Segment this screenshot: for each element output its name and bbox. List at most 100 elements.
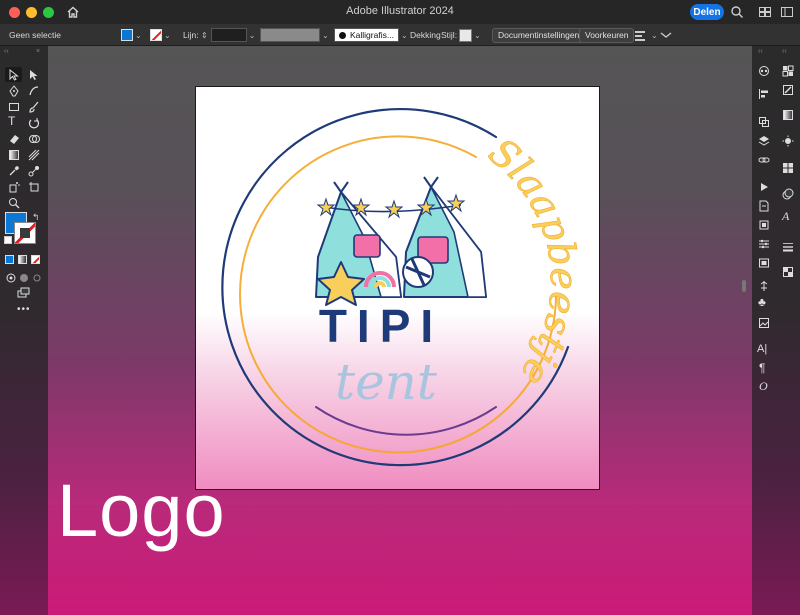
actions-icon[interactable] [758, 181, 770, 193]
share-button[interactable]: Delen [690, 4, 724, 20]
more-tools-icon[interactable]: ••• [17, 304, 31, 315]
rectangle-tool-icon[interactable] [8, 101, 20, 113]
home-icon[interactable] [66, 5, 80, 19]
workspace-switcher-icon[interactable] [780, 5, 794, 19]
glyphs-icon[interactable]: A [782, 210, 794, 222]
draw-behind-icon[interactable] [18, 272, 30, 284]
graphic-style-control[interactable]: ⌄ [459, 27, 481, 43]
close-panel-icon[interactable]: × [36, 48, 40, 55]
swatches-icon[interactable] [782, 65, 794, 77]
character-icon[interactable]: A| [757, 343, 769, 355]
gradient-tool-icon[interactable] [8, 149, 20, 161]
none-mode-icon[interactable] [31, 255, 40, 264]
stroke-swatch[interactable] [150, 29, 162, 41]
logo-artwork[interactable]: TIPI tent Slaapbeestje [196, 87, 601, 491]
type-tool-icon[interactable]: T [8, 115, 20, 127]
direct-selection-tool-icon[interactable] [28, 69, 40, 81]
artboards-icon[interactable] [758, 219, 770, 231]
transparency-icon[interactable] [782, 266, 794, 278]
links-icon[interactable] [758, 154, 770, 166]
mesh-tool-icon[interactable] [28, 149, 40, 161]
minimize-window-button[interactable] [26, 6, 37, 18]
curvature-tool-icon[interactable] [28, 85, 40, 97]
opacity-label[interactable]: Dekking [410, 27, 441, 43]
document-settings-button[interactable]: Documentinstellingen [492, 27, 586, 43]
stroke-weight-input[interactable] [210, 28, 247, 42]
zoom-window-button[interactable] [43, 6, 54, 18]
stroke-panel-icon[interactable] [782, 241, 794, 253]
variable-width-profile[interactable]: ⌄ [260, 27, 329, 43]
paragraph-icon[interactable]: ¶ [759, 362, 771, 374]
collapse-arrows-icon[interactable]: ‹‹ [4, 48, 9, 55]
pen-tool-icon[interactable] [8, 85, 20, 97]
search-icon[interactable] [730, 5, 744, 19]
chevron-down-icon[interactable]: ⌄ [651, 27, 658, 43]
brush-name: Kalligrafis... [350, 30, 394, 40]
zoom-tool-icon[interactable] [8, 197, 20, 209]
screen-mode-icon[interactable] [17, 287, 31, 299]
image-trace-icon[interactable] [758, 317, 770, 329]
puppet-warp-icon[interactable] [758, 280, 770, 292]
pathfinder-icon[interactable] [782, 162, 794, 174]
layers-icon[interactable] [758, 135, 770, 147]
document-info-icon[interactable] [758, 200, 770, 212]
arrange-icon[interactable] [634, 27, 646, 43]
profile-preview[interactable] [260, 28, 320, 42]
shape-builder-tool-icon[interactable] [28, 133, 40, 145]
window-controls [9, 6, 54, 18]
artboard-tool-icon[interactable] [28, 181, 40, 193]
draw-normal-icon[interactable] [5, 272, 17, 284]
gradient-panel-icon[interactable] [782, 109, 794, 121]
chevron-down-icon[interactable]: ⌄ [474, 31, 481, 40]
fill-swatch[interactable] [121, 29, 133, 41]
symbols-icon[interactable]: ♣ [758, 296, 770, 308]
stepper-arrows-icon[interactable]: ⇕ [201, 31, 208, 40]
default-colors-icon[interactable] [4, 236, 12, 244]
selection-tool-icon[interactable] [8, 69, 20, 81]
eraser-tool-icon[interactable] [8, 133, 20, 145]
brushes-icon[interactable] [782, 84, 794, 96]
transform-icon[interactable] [758, 116, 770, 128]
chevron-down-icon[interactable]: ⌄ [164, 31, 171, 40]
color-guide-icon[interactable] [758, 65, 770, 77]
color-mode-icon[interactable] [5, 255, 14, 264]
brush-dot-icon [339, 31, 346, 39]
collapse-arrows-icon[interactable]: ‹‹ [782, 48, 787, 55]
paintbrush-tool-icon[interactable] [28, 101, 40, 113]
libraries-icon[interactable] [758, 257, 770, 269]
chevron-down-icon[interactable]: ⌄ [135, 31, 142, 40]
opentype-icon[interactable]: O [759, 380, 771, 392]
symbol-sprayer-tool-icon[interactable] [8, 181, 20, 193]
rotate-tool-icon[interactable] [28, 117, 40, 129]
right-panel-dock-2: ‹‹ A [776, 46, 800, 615]
close-window-button[interactable] [9, 6, 20, 18]
swap-colors-icon[interactable]: ↰ [32, 212, 40, 223]
properties-icon[interactable] [758, 238, 770, 250]
arrange-documents-icon[interactable] [758, 5, 772, 19]
draw-inside-icon[interactable] [31, 272, 43, 284]
artboard[interactable]: TIPI tent Slaapbeestje [195, 86, 600, 490]
chevron-down-icon[interactable]: ⌄ [249, 31, 256, 40]
style-swatch[interactable] [459, 28, 472, 42]
panel-resize-handle[interactable] [742, 280, 746, 292]
panel-menu-icon[interactable] [660, 27, 672, 43]
graphic-styles-icon[interactable] [782, 188, 794, 200]
blend-tool-icon[interactable] [28, 165, 40, 177]
fill-color-control[interactable]: ⌄ [121, 27, 142, 43]
brush-dropdown[interactable]: Kalligrafis... [334, 28, 399, 42]
logo-script-path: Slaapbeestje [480, 129, 586, 394]
eyedropper-tool-icon[interactable] [8, 165, 20, 177]
brush-definition[interactable]: Kalligrafis... ⌄ [334, 27, 408, 43]
stroke-weight-stepper[interactable]: ⇕ ⌄ [201, 27, 255, 43]
gradient-mode-icon[interactable] [18, 255, 27, 264]
purple-ring-accent [315, 406, 497, 436]
stroke-color-control[interactable]: ⌄ [150, 27, 171, 43]
align-icon[interactable] [758, 88, 770, 100]
chevron-down-icon[interactable]: ⌄ [322, 31, 329, 40]
preferences-button[interactable]: Voorkeuren [579, 27, 635, 43]
stroke-color-swatch[interactable] [14, 222, 36, 244]
appearance-icon[interactable] [782, 135, 794, 147]
overlay-caption: Logo [57, 469, 226, 552]
collapse-arrows-icon[interactable]: ‹‹ [758, 48, 763, 55]
chevron-down-icon[interactable]: ⌄ [401, 31, 408, 40]
